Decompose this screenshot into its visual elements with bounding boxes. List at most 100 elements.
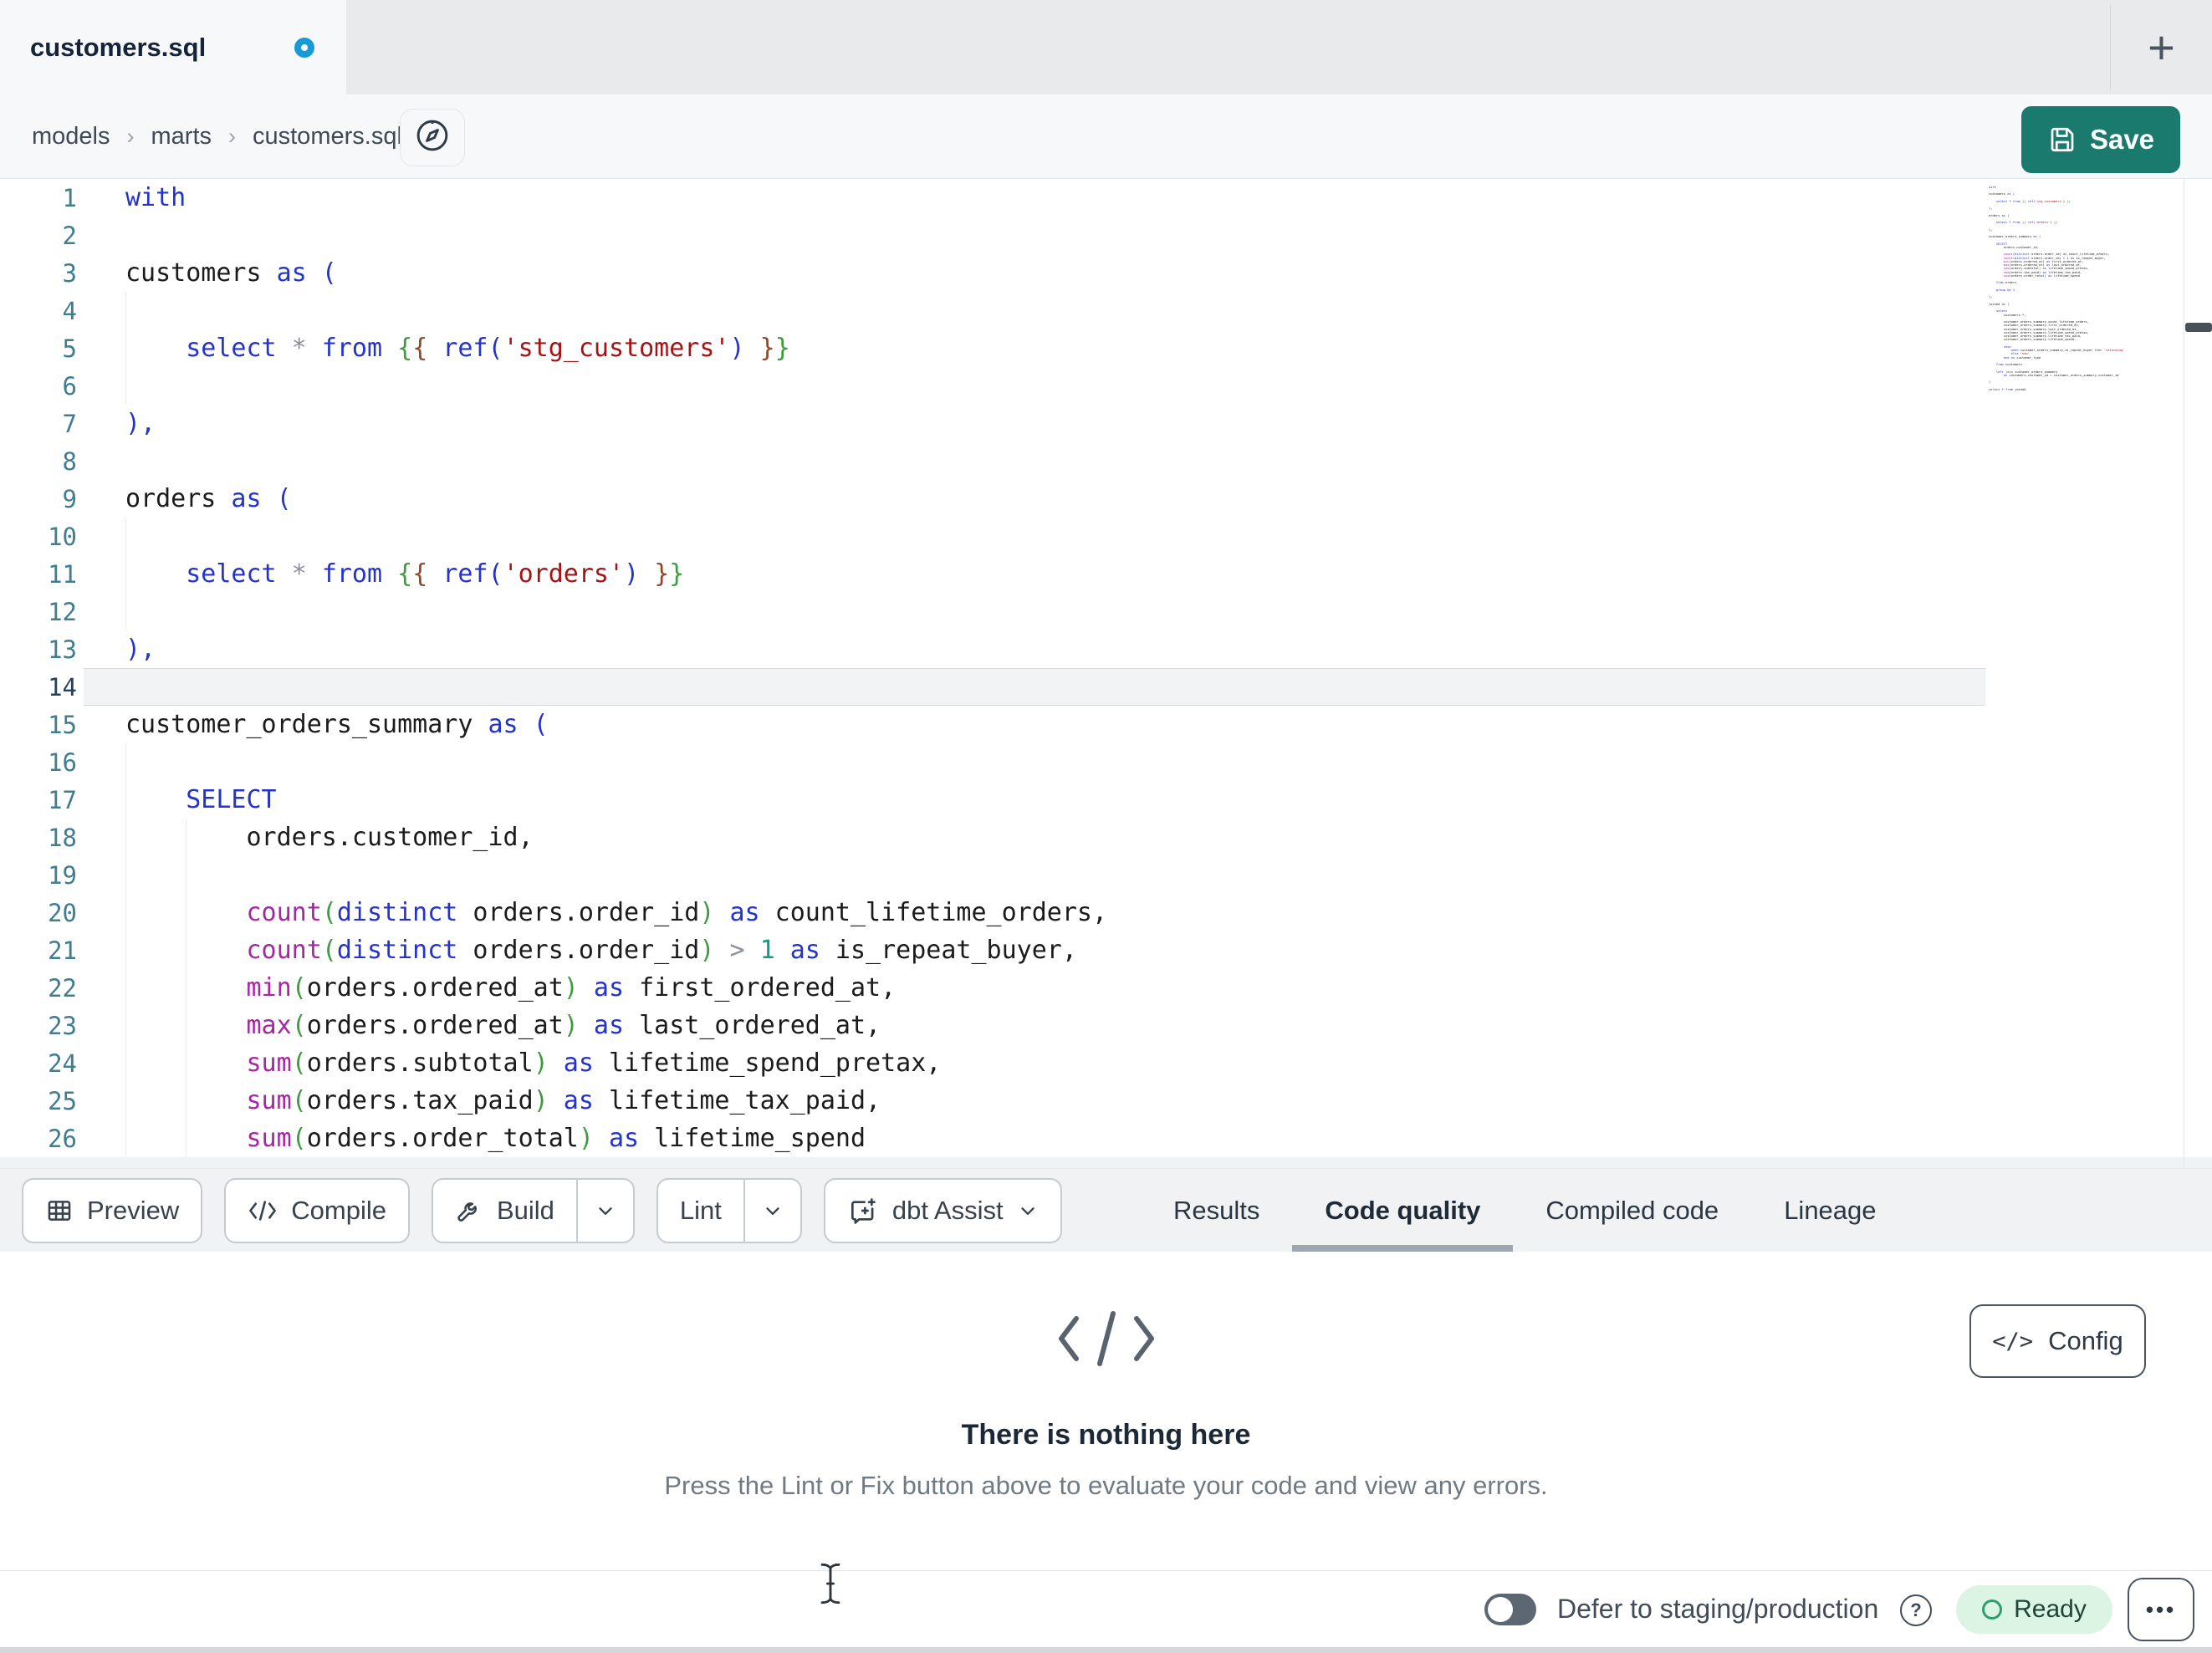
file-header: models › marts › customers.sql Save bbox=[0, 94, 2212, 179]
tab-results[interactable]: Results bbox=[1141, 1169, 1292, 1252]
compile-main-action[interactable]: Compile bbox=[226, 1180, 408, 1242]
editor-line-22[interactable]: 22 min(orders.ordered_at) as first_order… bbox=[0, 969, 2212, 1007]
active-line-highlight bbox=[84, 668, 1985, 706]
tab-bar: customers.sql + bbox=[0, 0, 2212, 94]
line-number: 7 bbox=[62, 409, 77, 438]
tab-code-quality[interactable]: Code quality bbox=[1292, 1169, 1514, 1252]
lint-button[interactable]: Lint bbox=[656, 1177, 802, 1243]
preview-label: Preview bbox=[87, 1195, 180, 1225]
action-toolbar: Preview Compile Build Lint dbt Assist Result… bbox=[0, 1168, 2212, 1252]
editor-line-6[interactable]: 6 bbox=[0, 367, 2212, 405]
table-icon bbox=[45, 1196, 74, 1225]
editor-line-3[interactable]: 3 customers as ( bbox=[0, 254, 2212, 292]
editor-line-18[interactable]: 18 orders.customer_id, bbox=[0, 819, 2212, 856]
config-button-label: Config bbox=[2048, 1326, 2123, 1355]
line-code: sum(orders.subtotal) as lifetime_spend_p… bbox=[246, 1048, 942, 1078]
line-number: 20 bbox=[48, 898, 77, 927]
tab-lineage[interactable]: Lineage bbox=[1751, 1169, 1908, 1252]
line-code: ), bbox=[125, 409, 156, 438]
editor-line-17[interactable]: 17 SELECT bbox=[0, 781, 2212, 819]
indent-guide bbox=[125, 367, 126, 405]
ide-status-badge[interactable]: Ready bbox=[1956, 1585, 2112, 1634]
build-main-action[interactable]: Build bbox=[433, 1180, 576, 1242]
defer-toggle[interactable] bbox=[1484, 1594, 1536, 1625]
line-code: count(distinct orders.order_id) > 1 as i… bbox=[246, 936, 1077, 965]
compile-button[interactable]: Compile bbox=[224, 1177, 410, 1243]
line-number: 14 bbox=[48, 672, 77, 702]
file-tab-label: customers.sql bbox=[30, 32, 207, 62]
chevron-down-icon bbox=[762, 1200, 784, 1222]
indent-guide bbox=[125, 292, 126, 329]
code-quality-panel: There is nothing here Press the Lint or … bbox=[0, 1252, 2212, 1570]
line-code: sum(orders.tax_paid) as lifetime_tax_pai… bbox=[246, 1086, 881, 1115]
editor-line-4[interactable]: 4 bbox=[0, 292, 2212, 329]
compass-icon bbox=[414, 117, 451, 158]
build-dropdown-button[interactable] bbox=[578, 1180, 633, 1242]
line-code: select * from {{ ref('stg_customers') }} bbox=[186, 334, 790, 363]
breadcrumb-item-models[interactable]: models bbox=[32, 123, 110, 151]
editor-hscroll-track[interactable] bbox=[0, 1157, 2212, 1168]
editor-line-23[interactable]: 23 max(orders.ordered_at) as last_ordere… bbox=[0, 1007, 2212, 1044]
editor-line-25[interactable]: 25 sum(orders.tax_paid) as lifetime_tax_… bbox=[0, 1082, 2212, 1120]
editor-line-20[interactable]: 20 count(distinct orders.order_id) as co… bbox=[0, 894, 2212, 931]
chevron-down-icon bbox=[595, 1200, 616, 1222]
editor-scrollbar-thumb[interactable] bbox=[2185, 323, 2212, 332]
breadcrumb-separator: › bbox=[126, 123, 135, 149]
breadcrumb: models › marts › customers.sql bbox=[32, 94, 402, 178]
indent-guide bbox=[125, 593, 126, 630]
lint-main-action[interactable]: Lint bbox=[658, 1180, 743, 1242]
editor-line-1[interactable]: 1 with bbox=[0, 179, 2212, 217]
build-button[interactable]: Build bbox=[431, 1177, 635, 1243]
editor-line-26[interactable]: 26 sum(orders.order_total) as lifetime_s… bbox=[0, 1120, 2212, 1157]
breadcrumb-separator: › bbox=[228, 123, 236, 149]
defer-label: Defer to staging/production bbox=[1557, 1593, 1879, 1624]
indent-guide bbox=[125, 518, 126, 555]
editor-line-11[interactable]: 11 select * from {{ ref('orders') }} bbox=[0, 555, 2212, 593]
line-code: orders.customer_id, bbox=[246, 823, 534, 852]
editor-line-13[interactable]: 13), bbox=[0, 630, 2212, 668]
line-number: 9 bbox=[62, 484, 77, 513]
preview-button[interactable]: Preview bbox=[22, 1177, 203, 1243]
ide-status-label: Ready bbox=[2014, 1595, 2087, 1623]
editor-line-21[interactable]: 21 count(distinct orders.order_id) > 1 a… bbox=[0, 931, 2212, 969]
line-number: 15 bbox=[48, 710, 77, 739]
editor-line-10[interactable]: 10 bbox=[0, 518, 2212, 555]
dbt-assist-button[interactable]: dbt Assist bbox=[823, 1177, 1062, 1243]
line-code: customers as ( bbox=[125, 258, 337, 288]
assist-icon bbox=[847, 1195, 879, 1227]
more-options-button[interactable]: ••• bbox=[2128, 1578, 2194, 1641]
editor-line-19[interactable]: 19 bbox=[0, 856, 2212, 894]
editor-line-12[interactable]: 12 bbox=[0, 593, 2212, 630]
explore-lineage-button[interactable] bbox=[400, 109, 465, 166]
line-number: 25 bbox=[48, 1086, 77, 1115]
new-tab-button[interactable]: + bbox=[2111, 0, 2212, 94]
unsaved-changes-dot-icon bbox=[294, 38, 314, 58]
preview-main-action[interactable]: Preview bbox=[23, 1180, 201, 1242]
editor-line-14[interactable]: 14 bbox=[0, 668, 2212, 706]
save-button[interactable]: Save bbox=[2021, 106, 2180, 173]
config-button[interactable]: </> Config bbox=[1969, 1304, 2146, 1378]
editor-minimap[interactable]: with customers as ( select * from {{ ref… bbox=[1989, 186, 2178, 392]
line-number: 21 bbox=[48, 936, 77, 965]
line-number: 16 bbox=[48, 747, 77, 777]
editor-line-2[interactable]: 2 bbox=[0, 217, 2212, 254]
panel-tabs: Results Code quality Compiled code Lineage bbox=[1141, 1169, 1909, 1252]
editor-line-24[interactable]: 24 sum(orders.subtotal) as lifetime_spen… bbox=[0, 1044, 2212, 1082]
code-brackets-icon bbox=[0, 1307, 2212, 1370]
editor-line-9[interactable]: 9 orders as ( bbox=[0, 480, 2212, 518]
file-tab-customers-sql[interactable]: customers.sql bbox=[0, 0, 346, 94]
editor-line-16[interactable]: 16 bbox=[0, 743, 2212, 781]
editor-line-7[interactable]: 7), bbox=[0, 405, 2212, 442]
code-icon: </> bbox=[1992, 1328, 2034, 1355]
editor-line-15[interactable]: 15 customer_orders_summary as ( bbox=[0, 706, 2212, 743]
code-editor[interactable]: 1 with 2 3 customers as (4 5 select * from {{… bbox=[0, 179, 2212, 1157]
editor-line-8[interactable]: 8 bbox=[0, 442, 2212, 480]
editor-line-5[interactable]: 5 select * from {{ ref('stg_customers') … bbox=[0, 329, 2212, 367]
tab-compiled-code[interactable]: Compiled code bbox=[1513, 1169, 1751, 1252]
help-icon[interactable]: ? bbox=[1900, 1594, 1932, 1626]
dbt-assist-main-action[interactable]: dbt Assist bbox=[825, 1180, 1060, 1242]
dbt-ide-window: customers.sql + models › marts › customers.s… bbox=[0, 0, 2212, 1653]
lint-dropdown-button[interactable] bbox=[745, 1180, 800, 1242]
breadcrumb-item-marts[interactable]: marts bbox=[151, 123, 212, 151]
breadcrumb-item-customers-sql[interactable]: customers.sql bbox=[253, 123, 402, 151]
